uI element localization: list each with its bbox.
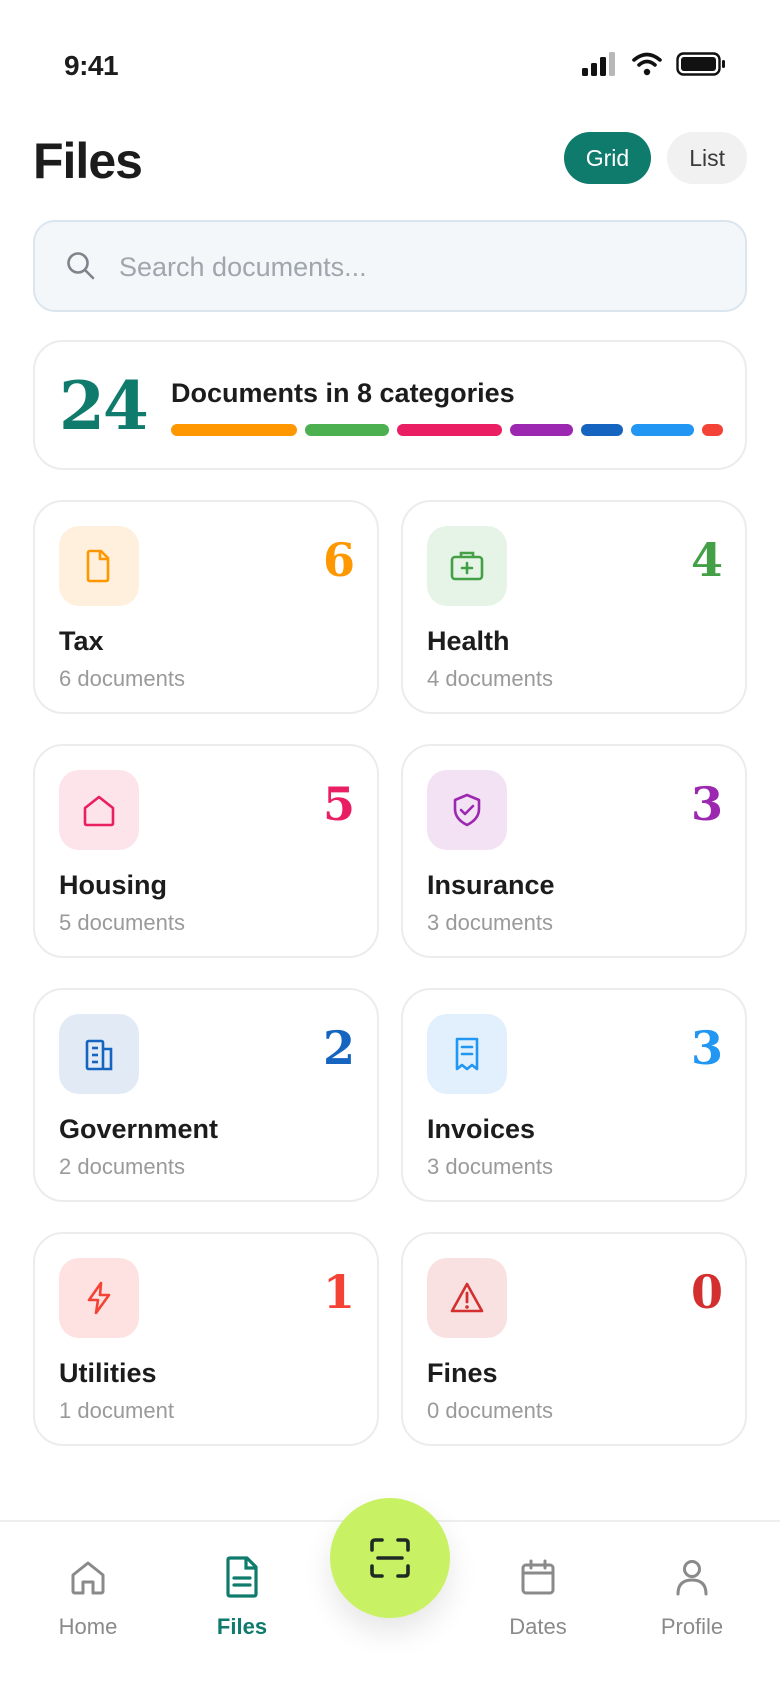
category-name: Fines (427, 1358, 498, 1388)
category-subtitle: 6 documents (59, 666, 185, 691)
summary-text: Documents in 8 categories (171, 378, 515, 408)
category-name: Invoices (427, 1114, 536, 1144)
category-name: Utilities (59, 1358, 157, 1388)
nav-label-profile: Profile (660, 1614, 724, 1639)
distribution-segment (171, 424, 297, 436)
category-count: 0 (690, 1265, 723, 1319)
building-icon (85, 1039, 113, 1071)
lightning-icon (87, 1281, 111, 1315)
cellular-signal-icon (582, 52, 615, 76)
category-icon-tile (427, 526, 507, 606)
nav-item-profile[interactable]: Profile (632, 1554, 752, 1640)
category-name: Housing (59, 870, 167, 900)
distribution-segment (631, 424, 694, 436)
distribution-segment (397, 424, 502, 436)
category-icon-tile (59, 526, 139, 606)
wifi-icon (632, 52, 662, 76)
category-subtitle: 1 document (59, 1398, 174, 1423)
category-icon-tile (427, 1258, 507, 1338)
category-count: 2 (322, 1021, 355, 1075)
category-count: 1 (322, 1265, 355, 1319)
category-card-insurance[interactable]: 3 Insurance 3 documents (401, 744, 747, 958)
category-card-government[interactable]: 2 Government 2 documents (33, 988, 379, 1202)
header: Files Grid List (33, 128, 747, 192)
search-input[interactable] (119, 242, 719, 292)
summary-card: 24 Documents in 8 categories (33, 340, 747, 470)
list-view-button[interactable]: List (667, 132, 747, 184)
nav-item-home[interactable]: Home (28, 1554, 148, 1640)
distribution-segment (581, 424, 623, 436)
category-card-fines[interactable]: 0 Fines 0 documents (401, 1232, 747, 1446)
receipt-icon (455, 1037, 479, 1071)
category-distribution-bar (171, 424, 723, 436)
nav-item-files[interactable]: Files (182, 1554, 302, 1640)
scan-icon (370, 1538, 410, 1578)
category-card-invoices[interactable]: 3 Invoices 3 documents (401, 988, 747, 1202)
category-count: 5 (322, 777, 355, 831)
grid-view-button[interactable]: Grid (563, 132, 652, 184)
nav-item-dates[interactable]: Dates (478, 1554, 598, 1640)
category-icon-tile (59, 1014, 139, 1094)
category-icon-tile (427, 770, 507, 850)
category-name: Government (59, 1114, 219, 1144)
scan-document-button[interactable] (330, 1498, 450, 1618)
category-card-housing[interactable]: 5 Housing 5 documents (33, 744, 379, 958)
category-subtitle: 4 documents (427, 666, 553, 691)
distribution-segment (702, 424, 723, 436)
nav-label-dates: Dates (509, 1614, 567, 1639)
person-icon (676, 1560, 708, 1596)
total-document-count: 24 (59, 367, 149, 445)
medical-kit-icon (450, 551, 484, 581)
category-name: Tax (59, 626, 104, 656)
category-count: 3 (690, 777, 723, 831)
shield-check-icon (453, 793, 481, 827)
status-time: 9:41 (64, 50, 119, 81)
category-name: Insurance (427, 870, 555, 900)
category-count: 6 (322, 533, 355, 587)
distribution-segment (305, 424, 389, 436)
category-icon-tile (59, 1258, 139, 1338)
view-toggle: Grid List (563, 132, 747, 184)
search-icon (67, 252, 95, 280)
category-count: 4 (690, 533, 723, 587)
category-card-tax[interactable]: 6 Tax 6 documents (33, 500, 379, 714)
category-subtitle: 0 documents (427, 1398, 553, 1423)
file-icon (226, 1556, 258, 1598)
category-subtitle: 5 documents (59, 910, 185, 935)
search-bar[interactable] (33, 220, 747, 312)
category-subtitle: 3 documents (427, 910, 553, 935)
battery-icon (676, 52, 725, 76)
nav-label-files: Files (216, 1614, 268, 1639)
category-name: Health (427, 626, 510, 656)
category-subtitle: 3 documents (427, 1154, 553, 1179)
status-icons (582, 52, 726, 76)
category-card-health[interactable]: 4 Health 4 documents (401, 500, 747, 714)
calendar-icon (521, 1559, 555, 1595)
category-card-utilities[interactable]: 1 Utilities 1 document (33, 1232, 379, 1446)
warning-icon (450, 1282, 484, 1313)
nav-label-home: Home (58, 1614, 118, 1639)
category-icon-tile (427, 1014, 507, 1094)
house-icon (83, 795, 115, 827)
category-count: 3 (690, 1021, 723, 1075)
category-subtitle: 2 documents (59, 1154, 185, 1179)
status-bar: 9:41 (0, 0, 780, 120)
category-icon-tile (59, 770, 139, 850)
home-icon (71, 1561, 105, 1595)
page-title: Files (33, 133, 143, 189)
distribution-segment (510, 424, 573, 436)
document-icon (86, 549, 110, 583)
